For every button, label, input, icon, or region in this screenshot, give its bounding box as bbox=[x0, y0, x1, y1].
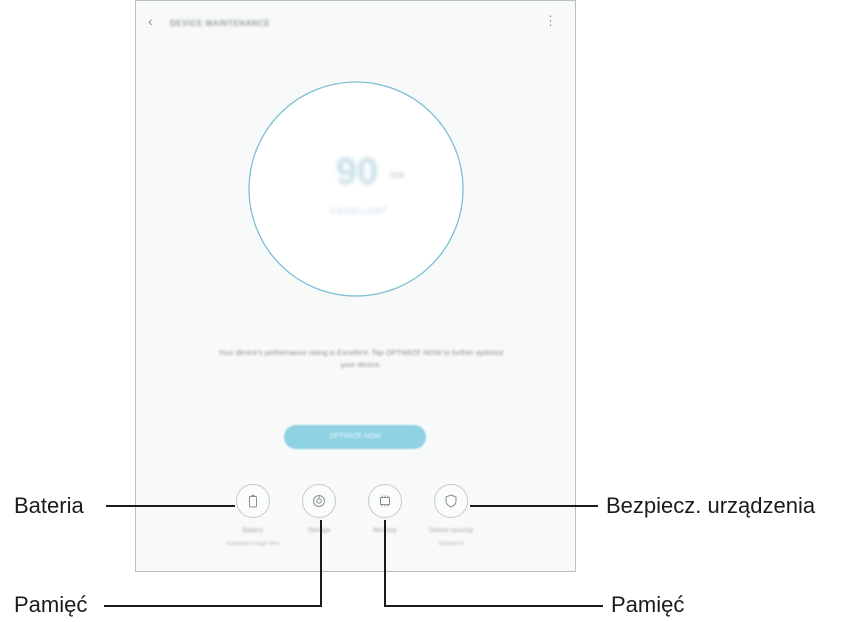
callout-pamiec-right: Pamięć bbox=[611, 592, 685, 617]
callout-bateria: Bateria bbox=[14, 493, 84, 518]
callout-pamiec-left: Pamięć bbox=[14, 592, 88, 617]
callout-bezpiecz: Bezpiecz. urządzenia bbox=[606, 493, 816, 518]
callout-lines bbox=[104, 505, 603, 607]
